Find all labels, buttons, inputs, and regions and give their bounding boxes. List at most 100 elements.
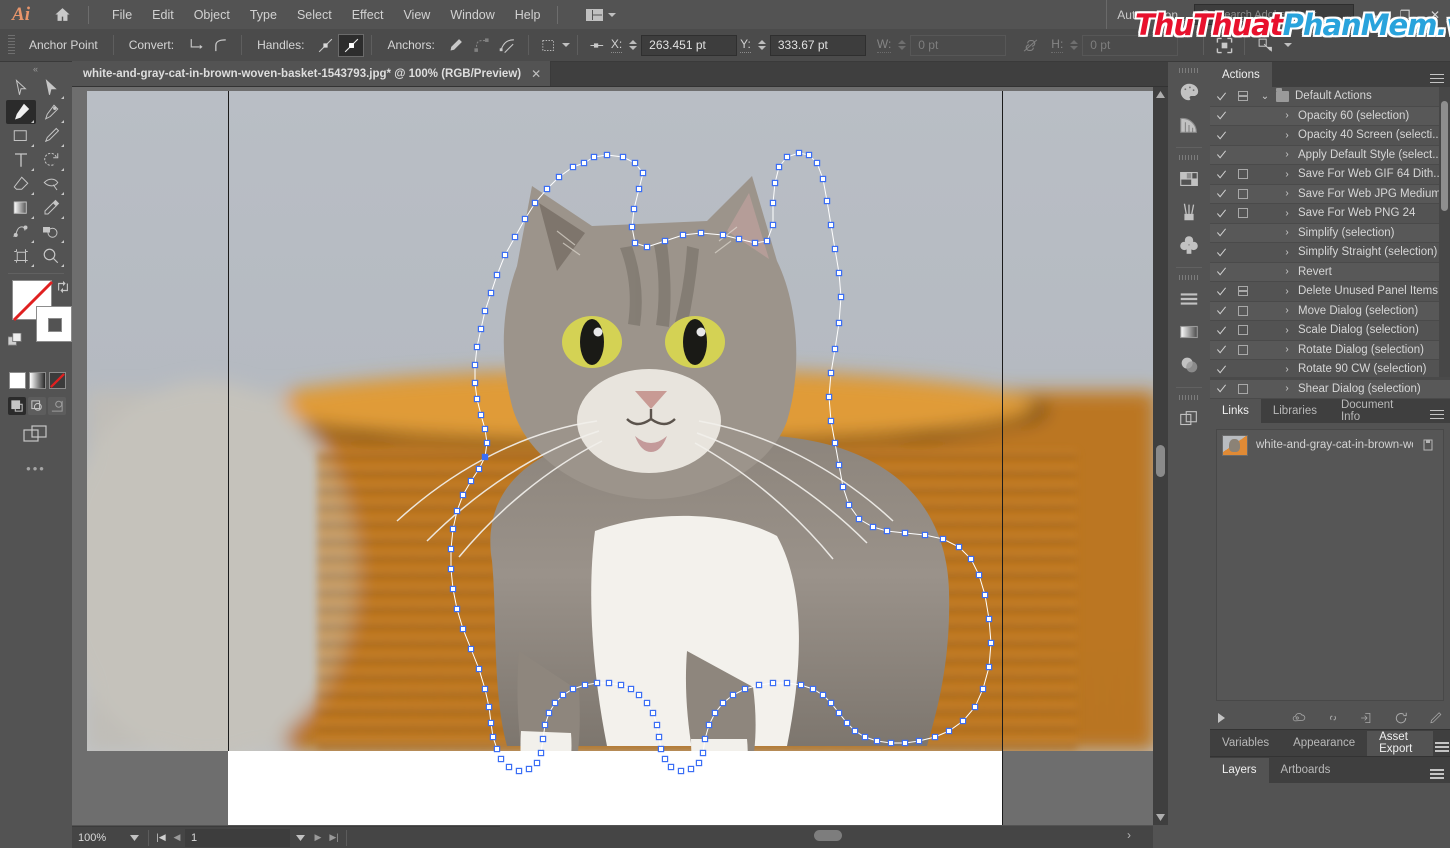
dialog-toggle[interactable] — [1232, 91, 1254, 102]
path-anchor-point[interactable] — [827, 417, 835, 425]
path-anchor-point[interactable] — [631, 159, 639, 167]
path-anchor-point[interactable] — [763, 237, 771, 245]
path-anchor-point[interactable] — [775, 163, 783, 171]
action-toggle[interactable] — [1210, 247, 1232, 258]
path-anchor-point[interactable] — [643, 243, 651, 251]
action-toggle[interactable] — [1210, 227, 1232, 238]
path-anchor-point[interactable] — [590, 153, 598, 161]
path-anchor-point[interactable] — [845, 501, 853, 509]
type-tool[interactable] — [6, 148, 36, 172]
expand-chevron-icon[interactable]: › — [1276, 305, 1298, 316]
path-anchor-point[interactable] — [493, 271, 501, 279]
tab-artboards[interactable]: Artboards — [1269, 758, 1343, 783]
tab-links[interactable]: Links — [1210, 398, 1261, 423]
path-anchor-point[interactable] — [649, 709, 657, 717]
path-anchor-point[interactable] — [487, 289, 495, 297]
selection-tool[interactable] — [6, 76, 36, 100]
path-anchor-point[interactable] — [515, 767, 523, 775]
expand-chevron-icon[interactable]: › — [1276, 227, 1298, 238]
path-anchor-point[interactable] — [657, 745, 665, 753]
path-anchor-point[interactable] — [453, 605, 461, 613]
table-row[interactable]: › Move Dialog (selection) — [1210, 301, 1450, 321]
rectangle-tool[interactable] — [6, 124, 36, 148]
dialog-toggle[interactable] — [1232, 325, 1254, 336]
expand-chevron-icon[interactable]: › — [1276, 188, 1298, 199]
path-anchor-point[interactable] — [825, 393, 833, 401]
expand-chevron-icon[interactable]: › — [1276, 364, 1298, 375]
menu-help[interactable]: Help — [505, 4, 551, 26]
path-anchor-point[interactable] — [835, 461, 843, 469]
menu-file[interactable]: File — [102, 4, 142, 26]
action-toggle[interactable] — [1210, 305, 1232, 316]
path-anchor-point[interactable] — [551, 699, 559, 707]
path-anchor-point[interactable] — [635, 185, 643, 193]
expand-chevron-icon[interactable]: › — [1276, 344, 1298, 355]
expand-chevron-icon[interactable]: › — [1276, 247, 1298, 258]
path-anchor-point[interactable] — [539, 735, 547, 743]
previous-artboard-icon[interactable]: ◀ — [169, 829, 185, 847]
path-anchor-point[interactable] — [497, 755, 505, 763]
panel-menu-icon[interactable] — [1424, 62, 1450, 87]
actions-scroll-thumb[interactable] — [1441, 101, 1448, 211]
symbols-panel-icon[interactable] — [1168, 228, 1210, 261]
tab-layers[interactable]: Layers — [1210, 757, 1269, 783]
table-row[interactable]: › Scale Dialog (selection) — [1210, 321, 1450, 341]
path-anchor-point[interactable] — [831, 439, 839, 447]
path-anchor-point[interactable] — [809, 685, 817, 693]
canvas-area[interactable] — [72, 87, 1153, 825]
path-anchor-point[interactable] — [719, 699, 727, 707]
pen-path-selection[interactable] — [87, 91, 1153, 775]
path-anchor-point[interactable] — [819, 175, 827, 183]
unlink-proportions-icon[interactable] — [1017, 34, 1043, 57]
path-anchor-point[interactable] — [837, 293, 845, 301]
convert-to-smooth-icon[interactable] — [208, 34, 234, 57]
update-link-icon[interactable] — [1394, 711, 1408, 725]
path-anchor-point[interactable] — [855, 515, 863, 523]
eraser-tool[interactable] — [6, 172, 36, 196]
path-anchor-point[interactable] — [921, 531, 929, 539]
dialog-toggle[interactable] — [1232, 169, 1254, 180]
path-anchor-point[interactable] — [631, 239, 639, 247]
path-anchor-point[interactable] — [617, 681, 625, 689]
path-anchor-point[interactable] — [783, 153, 791, 161]
path-anchor-point[interactable] — [619, 153, 627, 161]
relink-from-cc-libraries-icon[interactable] — [1292, 711, 1306, 725]
path-anchor-point[interactable] — [959, 717, 967, 725]
path-anchor-point[interactable] — [751, 239, 759, 247]
path-anchor-point[interactable] — [511, 233, 519, 241]
close-icon[interactable]: ✕ — [531, 67, 541, 81]
dock-grip[interactable] — [1168, 272, 1210, 282]
expand-chevron-icon[interactable]: › — [1276, 149, 1298, 160]
action-toggle[interactable] — [1210, 188, 1232, 199]
brushes-panel-icon[interactable] — [1168, 195, 1210, 228]
path-anchor-point[interactable] — [985, 615, 993, 623]
edit-original-icon[interactable] — [1428, 711, 1442, 725]
path-anchor-point[interactable] — [628, 223, 636, 231]
curvature-tool[interactable] — [36, 100, 66, 124]
path-anchor-point[interactable] — [861, 733, 869, 741]
swatches-panel-icon[interactable] — [1168, 162, 1210, 195]
menu-select[interactable]: Select — [287, 4, 342, 26]
tab-asset-export[interactable]: Asset Export — [1367, 730, 1434, 756]
path-anchor-point[interactable] — [493, 745, 501, 753]
action-toggle[interactable] — [1210, 91, 1232, 102]
change-screen-mode-button[interactable] — [0, 415, 72, 445]
path-anchor-point[interactable] — [481, 453, 489, 461]
dock-grip[interactable] — [1168, 392, 1210, 402]
panel-menu-icon[interactable] — [1433, 731, 1450, 756]
path-anchor-point[interactable] — [521, 215, 529, 223]
dialog-toggle[interactable] — [1232, 286, 1254, 297]
action-toggle[interactable] — [1210, 110, 1232, 121]
path-anchor-point[interactable] — [843, 719, 851, 727]
expand-chevron-icon[interactable]: › — [1276, 286, 1298, 297]
path-anchor-point[interactable] — [473, 395, 481, 403]
path-anchor-point[interactable] — [653, 721, 661, 729]
action-toggle[interactable] — [1210, 286, 1232, 297]
path-anchor-point[interactable] — [545, 709, 553, 717]
path-anchor-point[interactable] — [533, 759, 541, 767]
x-stepper[interactable] — [629, 40, 638, 50]
path-anchor-point[interactable] — [735, 235, 743, 243]
path-anchor-point[interactable] — [449, 525, 457, 533]
dialog-toggle[interactable] — [1232, 344, 1254, 355]
table-row[interactable]: › Revert — [1210, 262, 1450, 282]
